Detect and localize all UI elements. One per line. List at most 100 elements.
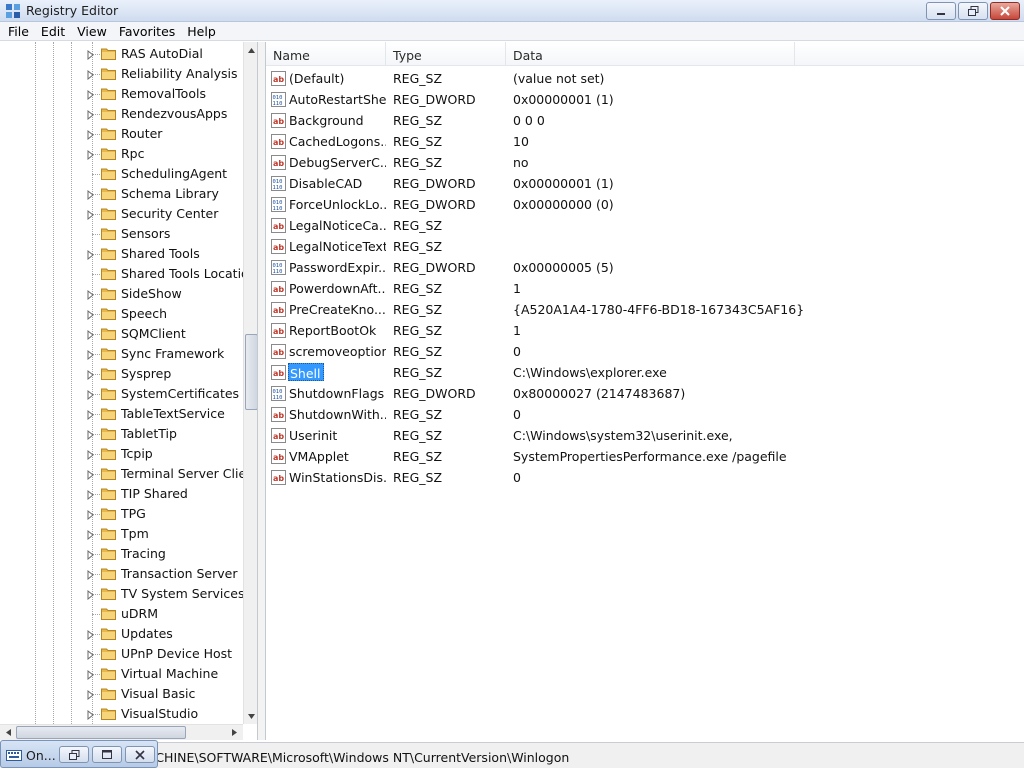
tree-item[interactable]: SQMClient (0, 324, 243, 344)
tree-item[interactable]: RendezvousApps (0, 104, 243, 124)
tree-item[interactable]: Sensors (0, 224, 243, 244)
expand-arrow-icon[interactable] (86, 449, 95, 461)
expand-arrow-icon[interactable] (86, 69, 95, 81)
tree-item[interactable]: Tcpip (0, 444, 243, 464)
expand-arrow-icon[interactable] (86, 509, 95, 521)
expand-arrow-icon[interactable] (86, 569, 95, 581)
value-row[interactable]: ab VMApplet REG_SZ SystemPropertiesPerforma… (266, 446, 1024, 467)
values-list-pane[interactable]: Name Type Data ab (Default) REG_SZ (value n… (266, 42, 1024, 740)
menu-help[interactable]: Help (181, 22, 222, 41)
menu-favorites[interactable]: Favorites (113, 22, 181, 41)
expand-arrow-icon[interactable] (86, 249, 95, 261)
scroll-down-arrow-icon[interactable] (247, 712, 256, 721)
expand-arrow-icon[interactable] (86, 429, 95, 441)
expand-arrow-icon[interactable] (86, 589, 95, 601)
pane-splitter[interactable] (258, 42, 266, 740)
tree-item[interactable]: Tpm (0, 524, 243, 544)
tree-item[interactable]: TableTextService (0, 404, 243, 424)
expand-arrow-icon[interactable] (86, 709, 95, 721)
scroll-up-arrow-icon[interactable] (247, 46, 256, 55)
expand-arrow-icon[interactable] (86, 369, 95, 381)
tree-item[interactable]: TV System Services (0, 584, 244, 604)
tree-item[interactable]: Tracing (0, 544, 243, 564)
tree-item[interactable]: Terminal Server Clier (0, 464, 251, 484)
scroll-left-arrow-icon[interactable] (4, 728, 13, 737)
expand-arrow-icon[interactable] (86, 549, 95, 561)
tree-vertical-scrollbar[interactable] (243, 42, 257, 724)
value-row[interactable]: ab DebugServerC... REG_SZ no (266, 152, 1024, 173)
value-row[interactable]: ab ReportBootOk REG_SZ 1 (266, 320, 1024, 341)
tree-vertical-scroll-thumb[interactable] (245, 334, 257, 410)
value-row[interactable]: ab PreCreateKno... REG_SZ {A520A1A4-1780-4F… (266, 299, 1024, 320)
value-row[interactable]: 010 110 DisableCAD REG_DWORD 0x00000001 (1) (266, 173, 1024, 194)
tree-item[interactable]: Router (0, 124, 243, 144)
expand-arrow-icon[interactable] (86, 469, 95, 481)
tree-item[interactable]: TabletTip (0, 424, 243, 444)
tree-item[interactable]: Visual Basic (0, 684, 243, 704)
expand-arrow-icon[interactable] (86, 409, 95, 421)
value-row[interactable]: 010 110 ForceUnlockLo... REG_DWORD 0x0000000… (266, 194, 1024, 215)
title-bar[interactable]: Registry Editor (0, 0, 1024, 22)
expand-arrow-icon[interactable] (86, 129, 95, 141)
scroll-right-arrow-icon[interactable] (230, 728, 239, 737)
column-header-type[interactable]: Type (386, 42, 506, 66)
expand-arrow-icon[interactable] (86, 209, 95, 221)
expand-arrow-icon[interactable] (86, 529, 95, 541)
value-row[interactable]: ab WinStationsDis... REG_SZ 0 (266, 467, 1024, 488)
column-header-name[interactable]: Name (266, 42, 386, 66)
value-row[interactable]: ab Background REG_SZ 0 0 0 (266, 110, 1024, 131)
value-row[interactable]: ab PowerdownAft... REG_SZ 1 (266, 278, 1024, 299)
expand-arrow-icon[interactable] (86, 329, 95, 341)
tree-item[interactable]: TPG (0, 504, 243, 524)
expand-arrow-icon[interactable] (86, 89, 95, 101)
value-row[interactable]: 010 110 PasswordExpir... REG_DWORD 0x0000000… (266, 257, 1024, 278)
value-row[interactable]: ab scremoveoption REG_SZ 0 (266, 341, 1024, 362)
restore-button[interactable] (958, 2, 988, 20)
value-row[interactable]: ab LegalNoticeCa... REG_SZ (266, 215, 1024, 236)
tree-item[interactable]: Shared Tools Locatio (0, 264, 249, 284)
expand-arrow-icon[interactable] (86, 389, 95, 401)
key-tree-pane[interactable]: RAS AutoDial Reliability Analysis RemovalT… (0, 42, 258, 740)
minimized-window-tab[interactable]: On... (0, 740, 158, 768)
expand-arrow-icon[interactable] (86, 189, 95, 201)
expand-arrow-icon[interactable] (86, 689, 95, 701)
menu-file[interactable]: File (2, 22, 35, 41)
expand-arrow-icon[interactable] (86, 149, 95, 161)
tree-item[interactable]: Security Center (0, 204, 243, 224)
value-row[interactable]: 010 110 ShutdownFlags REG_DWORD 0x80000027 (… (266, 383, 1024, 404)
close-button[interactable] (990, 2, 1020, 20)
value-row[interactable]: ab LegalNoticeText REG_SZ (266, 236, 1024, 257)
tree-item[interactable]: SystemCertificates (0, 384, 243, 404)
value-row[interactable]: ab Shell REG_SZ C:\Windows\explorer.exe (266, 362, 1024, 383)
expand-arrow-icon[interactable] (86, 649, 95, 661)
expand-arrow-icon[interactable] (86, 109, 95, 121)
tree-item[interactable]: SideShow (0, 284, 243, 304)
expand-arrow-icon[interactable] (86, 629, 95, 641)
minimized-restore-button[interactable] (59, 746, 89, 763)
expand-arrow-icon[interactable] (86, 349, 95, 361)
tree-horizontal-scroll-thumb[interactable] (16, 726, 186, 739)
expand-arrow-icon[interactable] (86, 49, 95, 61)
expand-arrow-icon[interactable] (86, 669, 95, 681)
expand-arrow-icon[interactable] (86, 289, 95, 301)
tree-item[interactable]: TIP Shared (0, 484, 243, 504)
tree-item[interactable]: VisualStudio (0, 704, 243, 724)
value-row[interactable]: ab Userinit REG_SZ C:\Windows\system32\user… (266, 425, 1024, 446)
minimized-close-button[interactable] (125, 746, 155, 763)
tree-item[interactable]: RAS AutoDial (0, 44, 243, 64)
expand-arrow-icon[interactable] (86, 489, 95, 501)
tree-item[interactable]: Sync Framework (0, 344, 243, 364)
tree-item[interactable]: Reliability Analysis (0, 64, 243, 84)
column-header-data[interactable]: Data (506, 42, 795, 66)
tree-item[interactable]: SchedulingAgent (0, 164, 243, 184)
tree-item[interactable]: Transaction Server (0, 564, 243, 584)
tree-item[interactable]: Sysprep (0, 364, 243, 384)
tree-item[interactable]: Virtual Machine (0, 664, 243, 684)
tree-item[interactable]: UPnP Device Host (0, 644, 243, 664)
tree-item[interactable]: RemovalTools (0, 84, 243, 104)
tree-item[interactable]: Updates (0, 624, 243, 644)
menu-edit[interactable]: Edit (35, 22, 71, 41)
value-row[interactable]: 010 110 AutoRestartShell REG_DWORD 0x0000000… (266, 89, 1024, 110)
tree-item[interactable]: Rpc (0, 144, 243, 164)
tree-item[interactable]: uDRM (0, 604, 243, 624)
